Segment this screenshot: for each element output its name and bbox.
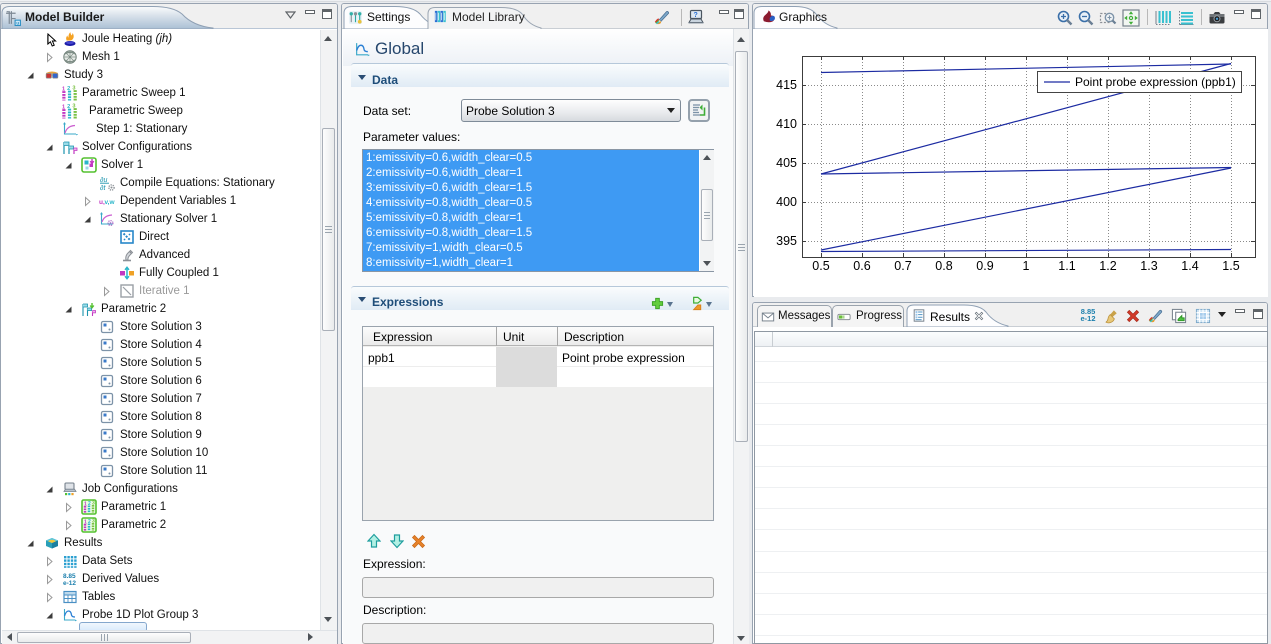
svg-text:1: 1 bbox=[1023, 259, 1030, 273]
svg-text:1.4: 1.4 bbox=[1181, 259, 1198, 273]
svg-text:0.7: 0.7 bbox=[894, 259, 911, 273]
svg-text:0.5: 0.5 bbox=[812, 259, 829, 273]
svg-text:1.3: 1.3 bbox=[1140, 259, 1157, 273]
svg-text:0.9: 0.9 bbox=[976, 259, 993, 273]
svg-text:1.5: 1.5 bbox=[1222, 259, 1239, 273]
svg-text:0.6: 0.6 bbox=[853, 259, 870, 273]
svg-text:Point probe expression (ppb1): Point probe expression (ppb1) bbox=[1075, 75, 1236, 89]
svg-text:1.1: 1.1 bbox=[1058, 259, 1075, 273]
svg-text:415: 415 bbox=[776, 78, 797, 92]
svg-text:1.2: 1.2 bbox=[1099, 259, 1116, 273]
svg-text:405: 405 bbox=[776, 156, 797, 170]
svg-text:0.8: 0.8 bbox=[935, 259, 952, 273]
svg-text:395: 395 bbox=[776, 234, 797, 248]
svg-text:410: 410 bbox=[776, 117, 797, 131]
svg-text:400: 400 bbox=[776, 195, 797, 209]
